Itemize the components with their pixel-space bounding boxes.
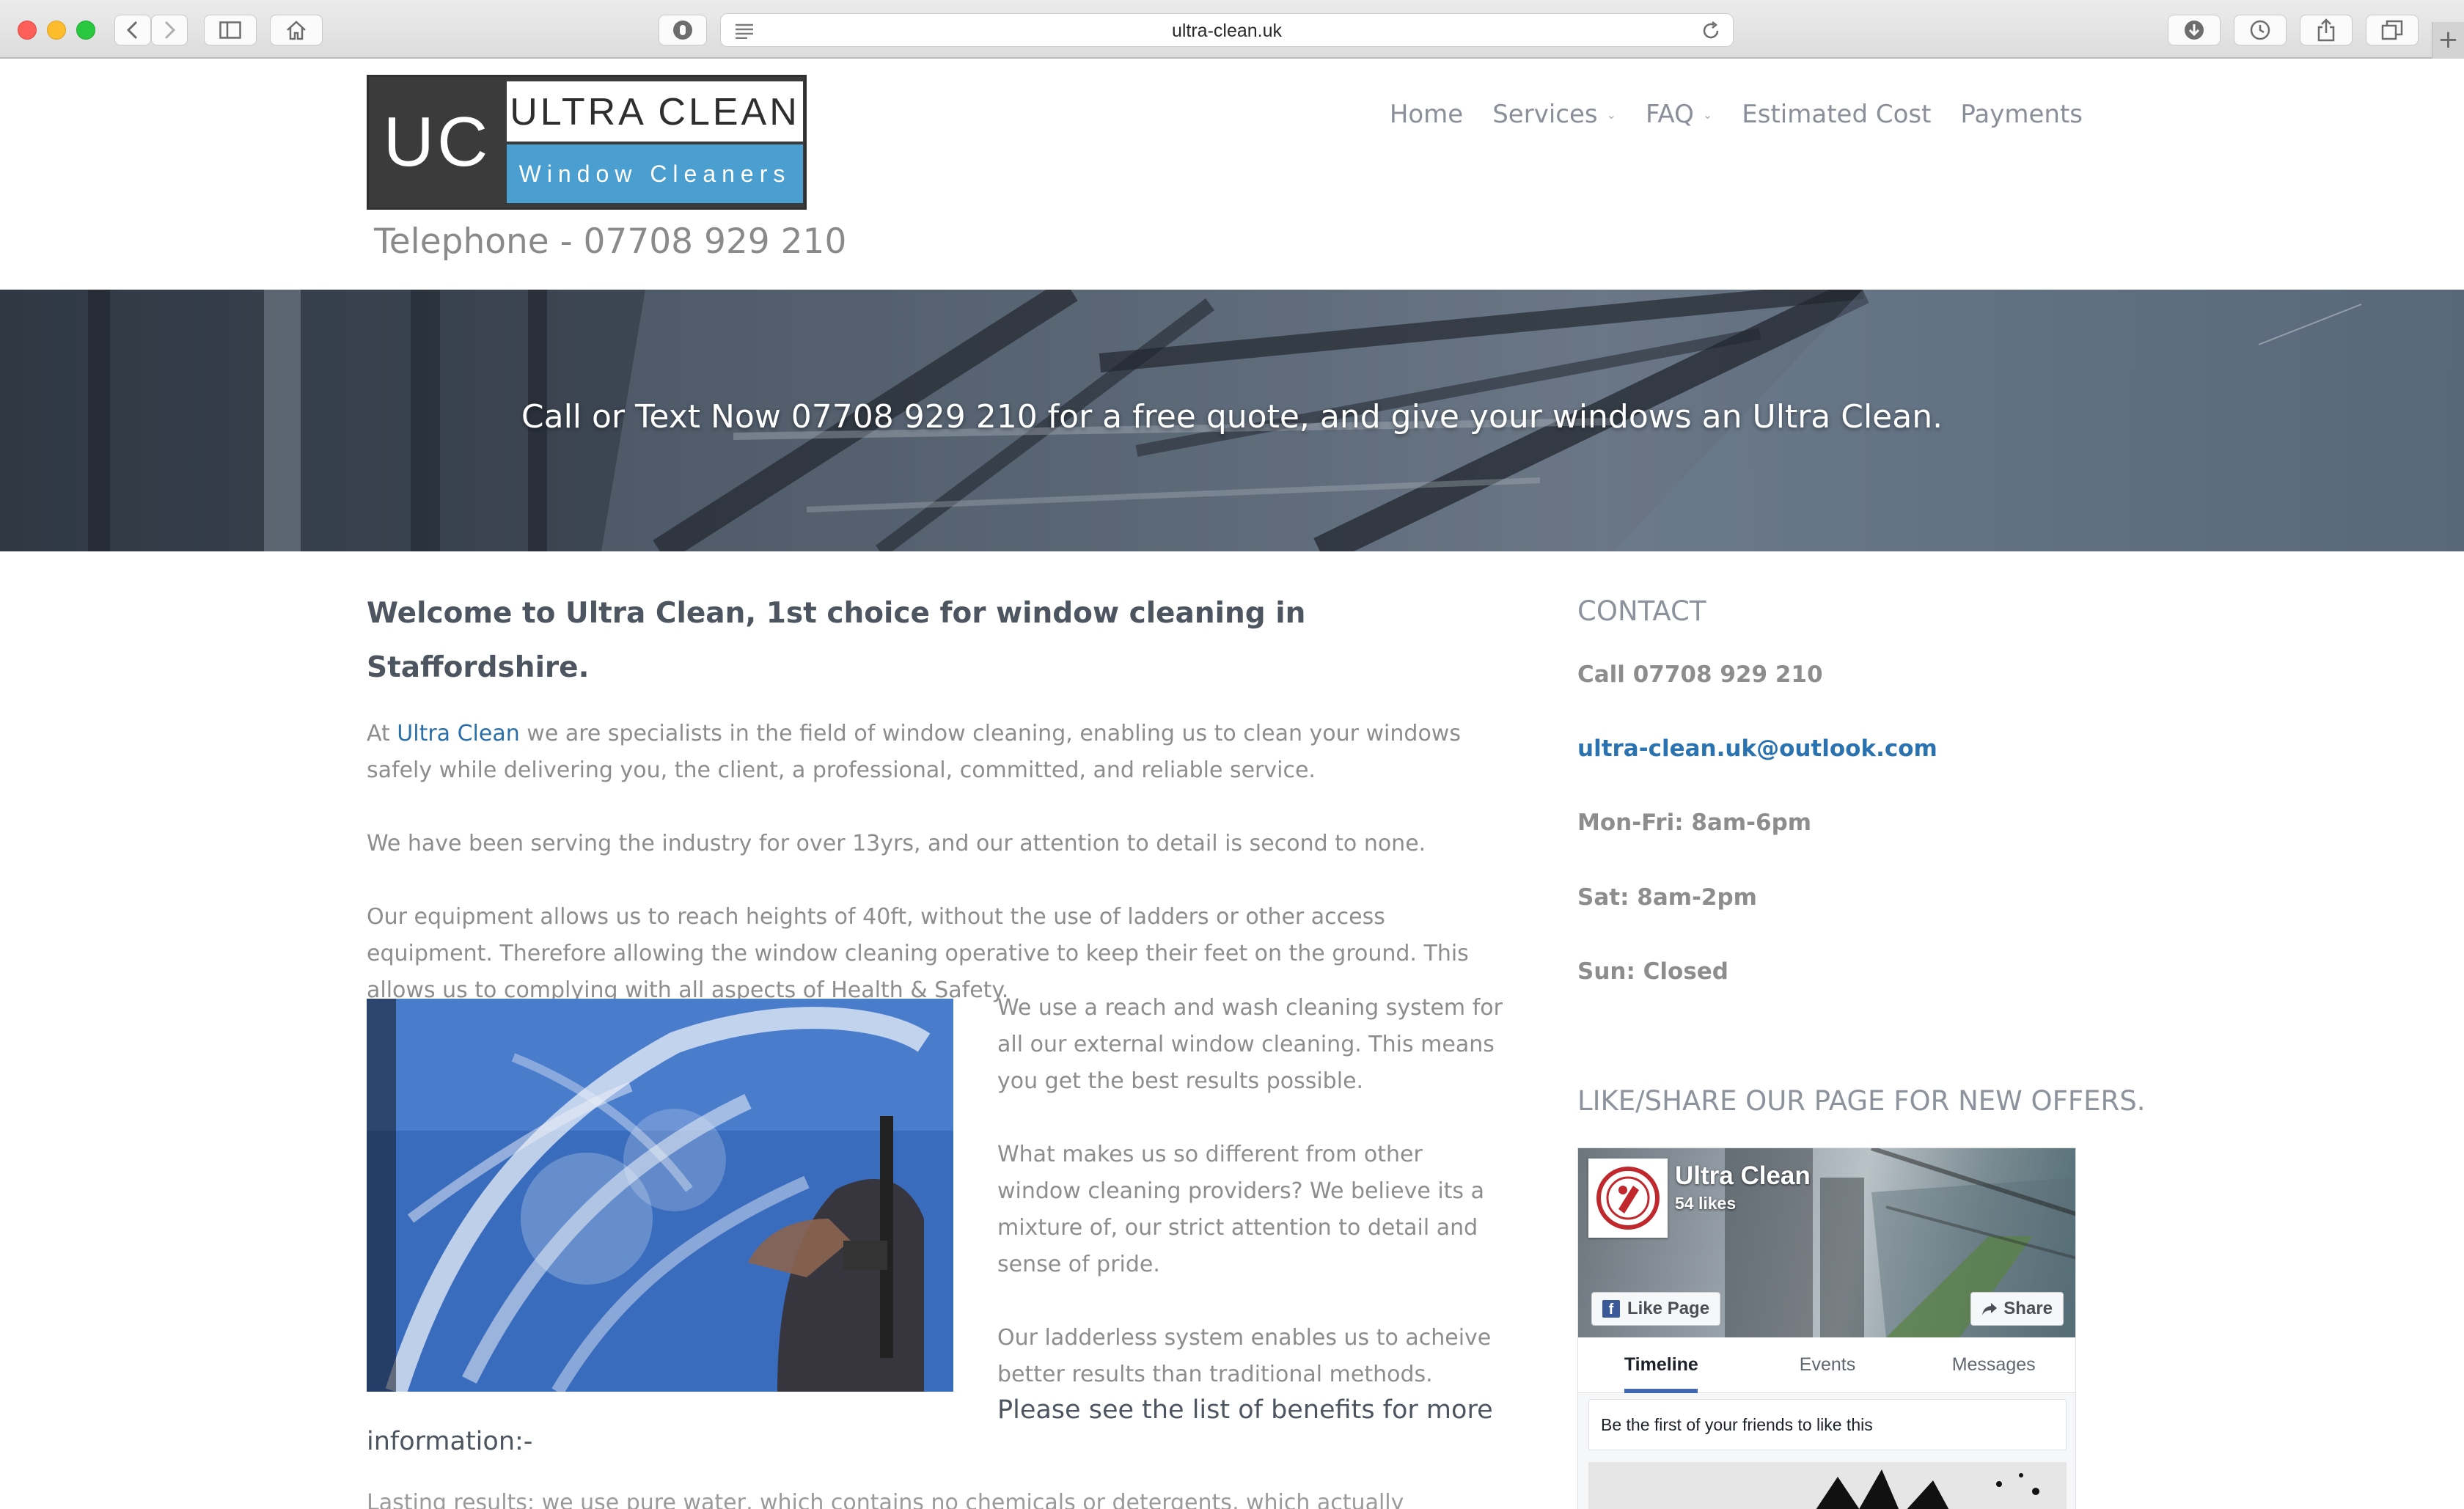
facebook-post-preview[interactable] — [1588, 1462, 2067, 1509]
chevron-down-icon: ⌄ — [1606, 107, 1616, 122]
hours-weekday: Mon-Fri: 8am-6pm — [1577, 809, 1812, 836]
url-text[interactable]: ultra-clean.uk — [721, 21, 1733, 42]
reach-wash-paragraph: We use a reach and wash cleaning system … — [997, 995, 1503, 1094]
nav-payments[interactable]: Payments — [1960, 100, 2083, 129]
difference-paragraph: What makes us so different from other wi… — [997, 1142, 1484, 1277]
minimize-window-button[interactable] — [47, 21, 66, 40]
lasting-results-text: Lasting results: we use pure water, whic… — [367, 1490, 1404, 1509]
nav-services-label: Services — [1492, 100, 1598, 129]
download-icon — [2185, 21, 2204, 40]
contact-phone[interactable]: Call 07708 929 210 — [1577, 661, 1823, 688]
facebook-friends-notice: Be the first of your friends to like thi… — [1588, 1399, 2067, 1450]
benefits-heading-continued: information:- — [367, 1427, 533, 1456]
contact-heading: CONTACT — [1577, 595, 1706, 627]
share-label: Share — [2003, 1299, 2053, 1318]
logo-initials: UC — [383, 103, 491, 181]
new-tab-button[interactable]: + — [2432, 22, 2464, 59]
facebook-tabs: Timeline Events Messages — [1578, 1337, 2075, 1393]
privacy-button[interactable] — [659, 15, 707, 45]
window-cleaning-photo — [367, 999, 953, 1392]
back-icon — [126, 21, 138, 40]
squeegee-image — [367, 999, 953, 1392]
main-navigation: Home Services ⌄ FAQ ⌄ Estimated Cost Payme… — [1390, 100, 2083, 129]
cleaning-system-column: We use a reach and wash cleaning system … — [997, 990, 1511, 1430]
facebook-share-button[interactable]: Share — [1970, 1292, 2064, 1326]
history-button[interactable] — [2234, 15, 2287, 45]
nav-faq[interactable]: FAQ ⌄ — [1646, 100, 1712, 129]
facebook-page-widget: Ultra Clean 54 likes f Like Page Share T… — [1577, 1148, 2076, 1509]
tab-events[interactable]: Events — [1745, 1337, 1911, 1392]
nav-home-label: Home — [1389, 100, 1464, 129]
tabs-overview-button[interactable] — [2366, 15, 2419, 45]
benefits-heading: Please see the list of benefits for more — [997, 1395, 1493, 1425]
welcome-heading: Welcome to Ultra Clean, 1st choice for w… — [367, 597, 1306, 684]
back-button[interactable] — [114, 15, 151, 45]
like-page-label: Like Page — [1627, 1299, 1710, 1318]
nav-services[interactable]: Services ⌄ — [1492, 100, 1616, 129]
facebook-page-name[interactable]: Ultra Clean — [1675, 1161, 1811, 1191]
tabs-icon — [2381, 20, 2403, 40]
intro-suffix: we are specialists in the field of windo… — [367, 721, 1461, 783]
downloads-button[interactable] — [2168, 15, 2221, 45]
intro-paragraph: At Ultra Clean we are specialists in the… — [367, 716, 1511, 789]
nav-payments-label: Payments — [1960, 100, 2083, 129]
hours-sunday: Sun: Closed — [1577, 958, 1728, 985]
forward-button[interactable] — [151, 15, 188, 45]
nav-faq-label: FAQ — [1646, 100, 1694, 129]
share-arrow-icon — [1982, 1303, 1998, 1315]
experience-paragraph: We have been serving the industry for ov… — [367, 831, 1426, 856]
browser-toolbar: ultra-clean.uk + — [0, 0, 2464, 59]
logo-tagline: Window Cleaners — [507, 144, 803, 203]
ultra-clean-link[interactable]: Ultra Clean — [397, 721, 519, 746]
site-logo[interactable]: UC ULTRA CLEAN Window Cleaners — [367, 75, 807, 210]
address-bar[interactable]: ultra-clean.uk — [720, 13, 1734, 47]
facebook-icon: f — [1602, 1300, 1620, 1318]
nav-estimated-cost[interactable]: Estimated Cost — [1742, 100, 1931, 129]
ladderless-paragraph: Our ladderless system enables us to ache… — [997, 1325, 1492, 1387]
forward-icon — [164, 21, 176, 40]
contact-email-link[interactable]: ultra-clean.uk@outlook.com — [1577, 735, 1937, 762]
close-window-button[interactable] — [18, 21, 37, 40]
facebook-cover-photo[interactable]: Ultra Clean 54 likes f Like Page Share — [1578, 1148, 2075, 1337]
logo-name: ULTRA CLEAN — [507, 81, 803, 142]
facebook-page-avatar[interactable] — [1588, 1159, 1668, 1238]
hero-banner: Call or Text Now 07708 929 210 for a fre… — [0, 290, 2464, 551]
hero-call-to-action: Call or Text Now 07708 929 210 for a fre… — [521, 398, 1943, 436]
chevron-down-icon: ⌄ — [1702, 107, 1713, 122]
reload-icon[interactable] — [1701, 21, 1721, 41]
home-button[interactable] — [270, 15, 323, 45]
share-icon — [2317, 18, 2335, 42]
nav-home[interactable]: Home — [1390, 100, 1463, 129]
zoom-window-button[interactable] — [76, 21, 95, 40]
hours-saturday: Sat: 8am-2pm — [1577, 884, 1757, 911]
main-content: Welcome to Ultra Clean, 1st choice for w… — [367, 587, 1511, 1009]
ultra-clean-badge-icon — [1596, 1167, 1660, 1230]
sidebar-icon — [219, 21, 241, 39]
facebook-like-page-button[interactable]: f Like Page — [1591, 1292, 1721, 1326]
history-icon — [2250, 20, 2270, 40]
like-share-heading: LIKE/SHARE OUR PAGE FOR NEW OFFERS. — [1577, 1085, 2146, 1117]
tab-messages[interactable]: Messages — [1910, 1337, 2075, 1392]
privacy-icon — [673, 21, 692, 40]
home-icon — [287, 21, 306, 40]
intro-prefix: At — [367, 721, 397, 746]
share-button[interactable] — [2300, 15, 2353, 45]
tab-timeline[interactable]: Timeline — [1578, 1337, 1745, 1393]
sidebar-button[interactable] — [204, 15, 257, 45]
nav-estimated-cost-label: Estimated Cost — [1742, 100, 1932, 129]
post-image — [1588, 1462, 2067, 1509]
facebook-like-count: 54 likes — [1675, 1194, 1737, 1213]
header-telephone: Telephone - 07708 929 210 — [374, 221, 847, 262]
